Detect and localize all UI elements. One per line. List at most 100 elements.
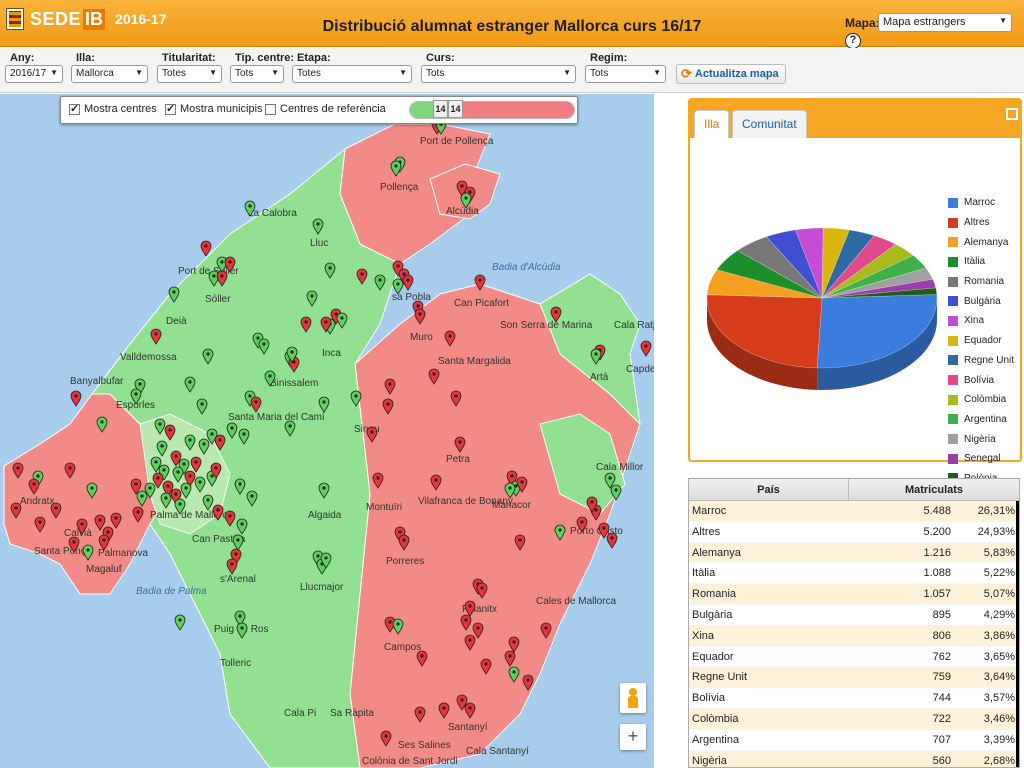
school-pin-red-icon[interactable] [522,674,534,691]
school-pin-red-icon[interactable] [212,504,224,521]
table-row[interactable]: Equador 762 3,65% [689,646,1019,668]
school-pin-red-icon[interactable] [550,306,562,323]
school-pin-green-icon[interactable] [504,482,516,499]
school-pin-red-icon[interactable] [224,510,236,527]
school-pin-green-icon[interactable] [306,290,318,307]
school-pin-green-icon[interactable] [238,428,250,445]
school-pin-red-icon[interactable] [94,514,106,531]
school-pin-green-icon[interactable] [184,376,196,393]
legend-item[interactable]: Marroc [948,193,1014,213]
filter-select-titularitat[interactable]: Totes ▼ [157,65,222,83]
school-pin-red-icon[interactable] [438,702,450,719]
legend-item[interactable]: Romania [948,272,1014,292]
school-pin-green-icon[interactable] [246,490,258,507]
school-pin-red-icon[interactable] [226,558,238,575]
school-pin-red-icon[interactable] [464,600,476,617]
school-pin-red-icon[interactable] [504,650,516,667]
school-pin-green-icon[interactable] [160,492,172,509]
school-pin-red-icon[interactable] [150,328,162,345]
school-pin-green-icon[interactable] [202,348,214,365]
table-row[interactable]: Bolívia 744 3,57% [689,688,1019,709]
school-pin-green-icon[interactable] [244,200,256,217]
table-row[interactable]: Romania 1.057 5,07% [689,584,1019,605]
school-pin-green-icon[interactable] [610,484,622,501]
school-pin-red-icon[interactable] [428,368,440,385]
help-icon[interactable]: ? [845,33,861,49]
refresh-map-button[interactable]: ⟳ Actualitza mapa [676,64,786,84]
school-pin-red-icon[interactable] [110,512,122,529]
zoom-in-button[interactable]: + [620,724,646,750]
school-pin-green-icon[interactable] [392,278,404,295]
legend-item[interactable]: Altres [948,213,1014,233]
school-pin-red-icon[interactable] [402,274,414,291]
school-pin-red-icon[interactable] [606,532,618,549]
column-header-count[interactable]: Matriculats [849,479,1019,500]
school-pin-red-icon[interactable] [480,658,492,675]
school-pin-green-icon[interactable] [284,420,296,437]
filter-select-regim[interactable]: Tots ▼ [585,65,666,83]
filter-select-etapa[interactable]: Totes ▼ [292,65,412,83]
school-pin-red-icon[interactable] [460,614,472,631]
school-pin-green-icon[interactable] [154,418,166,435]
school-pin-red-icon[interactable] [64,462,76,479]
slider-handle-right[interactable]: 14 [448,100,463,118]
filter-select-any[interactable]: 2016/17 ▼ [5,65,63,83]
school-pin-red-icon[interactable] [450,390,462,407]
school-pin-red-icon[interactable] [444,330,456,347]
school-pin-red-icon[interactable] [414,308,426,325]
school-pin-red-icon[interactable] [508,636,520,653]
school-pin-red-icon[interactable] [398,534,410,551]
map-view[interactable]: Port de Pollença Pollença Alcúdia La Cal… [0,94,654,768]
school-pin-red-icon[interactable] [132,506,144,523]
school-pin-red-icon[interactable] [464,702,476,719]
school-pin-red-icon[interactable] [164,424,176,441]
table-row[interactable]: Altres 5.200 24,93% [689,521,1019,543]
school-pin-red-icon[interactable] [472,622,484,639]
school-pin-red-icon[interactable] [70,390,82,407]
table-row[interactable]: Marroc 5.488 26,31% [689,501,1019,522]
school-pin-green-icon[interactable] [180,482,192,499]
legend-item[interactable]: Bulgària [948,291,1014,311]
show-municipis-checkbox[interactable]: Mostra municipis [165,102,263,115]
table-row[interactable]: Argentina 707 3,39% [689,729,1019,751]
ref-centres-checkbox[interactable]: Centres de referència [265,103,386,115]
school-pin-green-icon[interactable] [232,534,244,551]
school-pin-red-icon[interactable] [214,434,226,451]
school-pin-green-icon[interactable] [172,466,184,483]
school-pin-green-icon[interactable] [318,482,330,499]
school-pin-red-icon[interactable] [464,634,476,651]
school-pin-red-icon[interactable] [10,502,22,519]
school-pin-red-icon[interactable] [190,456,202,473]
school-pin-red-icon[interactable] [540,622,552,639]
school-pin-green-icon[interactable] [390,160,402,177]
maximize-icon[interactable] [1006,108,1018,120]
school-pin-green-icon[interactable] [130,388,142,405]
school-pin-red-icon[interactable] [200,240,212,257]
school-pin-red-icon[interactable] [576,516,588,533]
school-pin-green-icon[interactable] [202,494,214,511]
school-pin-red-icon[interactable] [50,502,62,519]
school-pin-red-icon[interactable] [34,516,46,533]
legend-item[interactable]: Colòmbia [948,390,1014,410]
table-row[interactable]: Colòmbia 722 3,46% [689,708,1019,730]
school-pin-green-icon[interactable] [392,618,404,635]
school-pin-green-icon[interactable] [168,286,180,303]
school-pin-green-icon[interactable] [336,312,348,329]
school-pin-green-icon[interactable] [174,614,186,631]
school-pin-red-icon[interactable] [384,378,396,395]
school-pin-green-icon[interactable] [86,482,98,499]
school-pin-green-icon[interactable] [184,434,196,451]
school-pin-red-icon[interactable] [430,474,442,491]
school-pin-green-icon[interactable] [312,218,324,235]
school-pin-red-icon[interactable] [12,462,24,479]
filter-select-tip-centre[interactable]: Tots ▼ [230,65,284,83]
school-pin-green-icon[interactable] [460,192,472,209]
school-pin-green-icon[interactable] [590,348,602,365]
legend-item[interactable]: Nigèria [948,429,1014,449]
school-pin-red-icon[interactable] [300,316,312,333]
school-pin-green-icon[interactable] [508,666,520,683]
legend-item[interactable]: Itàlia [948,252,1014,272]
school-pin-red-icon[interactable] [98,534,110,551]
legend-item[interactable]: Bolívia [948,370,1014,390]
table-row[interactable]: Nigèria 560 2,68% [689,750,1019,767]
